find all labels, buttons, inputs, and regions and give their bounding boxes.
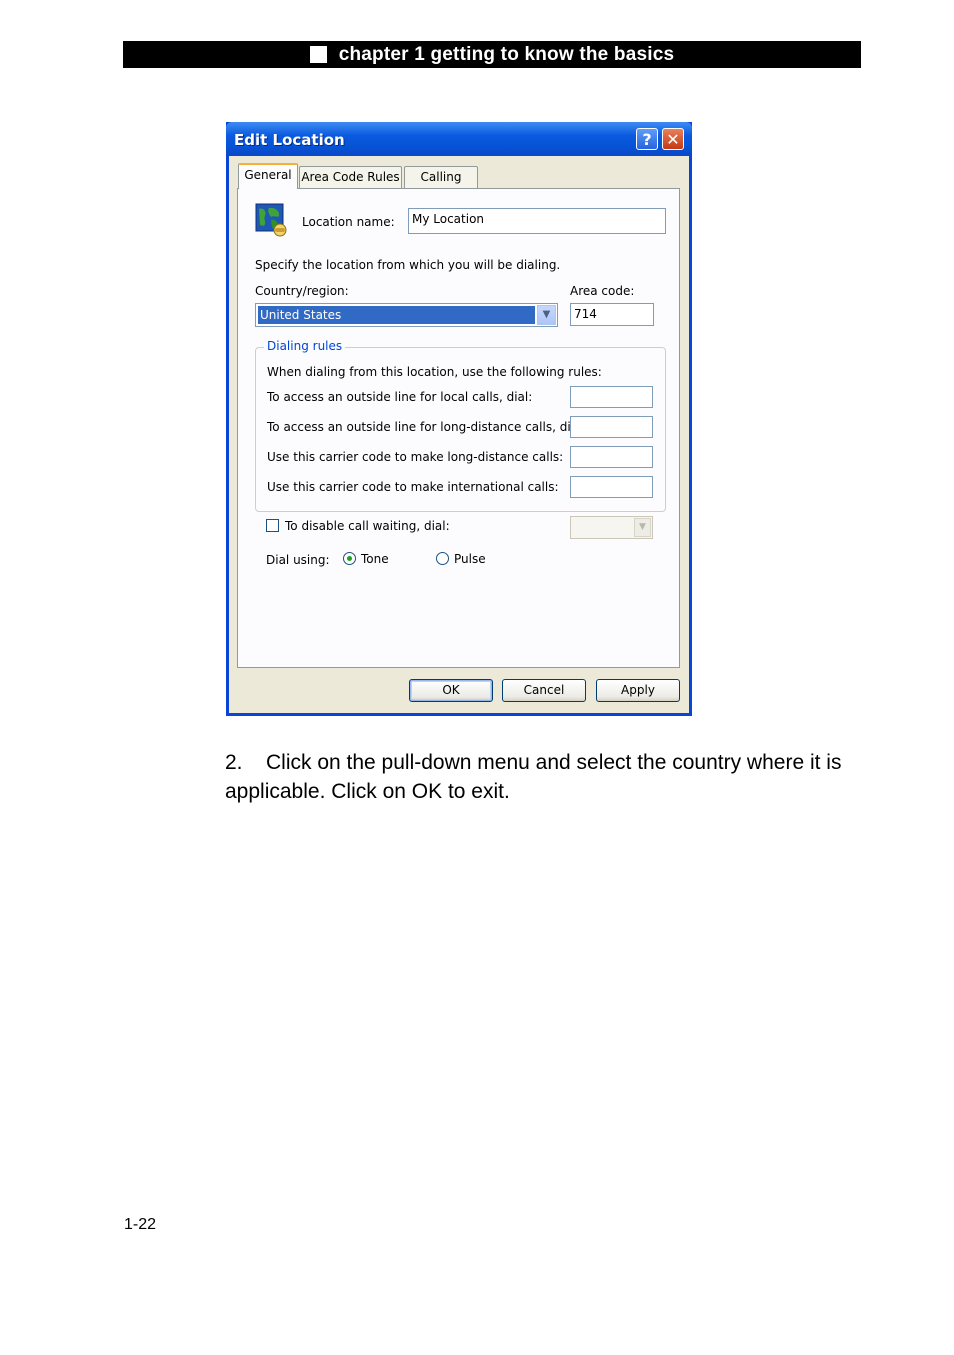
chevron-down-icon[interactable]: ▼ bbox=[537, 305, 556, 325]
location-name-label: Location name: bbox=[302, 215, 395, 229]
location-icon bbox=[255, 203, 287, 237]
country-region-label: Country/region: bbox=[255, 284, 349, 298]
square-bullet-icon bbox=[309, 46, 327, 63]
long-distance-rule-label: To access an outside line for long-dista… bbox=[267, 420, 586, 434]
tab-general[interactable]: General bbox=[238, 163, 298, 189]
pulse-label: Pulse bbox=[454, 552, 486, 566]
carrier-long-distance-input[interactable] bbox=[570, 446, 653, 468]
call-waiting-label: To disable call waiting, dial: bbox=[285, 519, 450, 533]
carrier-international-input[interactable] bbox=[570, 476, 653, 498]
tab-area-code-rules[interactable]: Area Code Rules bbox=[299, 166, 402, 188]
tab-calling-card[interactable]: Calling Card bbox=[404, 166, 478, 204]
apply-button[interactable]: Apply bbox=[596, 679, 680, 702]
area-code-label: Area code: bbox=[570, 284, 635, 298]
dialing-rules-group: Dialing rules When dialing from this loc… bbox=[255, 339, 666, 512]
dialing-rules-title: Dialing rules bbox=[264, 339, 346, 353]
specify-location-text: Specify the location from which you will… bbox=[255, 258, 561, 272]
chevron-down-icon: ▼ bbox=[634, 518, 651, 537]
ok-button[interactable]: OK bbox=[409, 679, 493, 702]
dialog-titlebar[interactable]: Edit Location ? ✕ bbox=[226, 122, 692, 156]
area-code-input[interactable]: 714 bbox=[570, 303, 654, 326]
carrier-international-label: Use this carrier code to make internatio… bbox=[267, 480, 559, 494]
pulse-radio[interactable] bbox=[436, 552, 449, 565]
tone-radio[interactable] bbox=[343, 552, 356, 565]
edit-location-dialog: Edit Location ? ✕ General Area Code Rule… bbox=[226, 122, 692, 716]
step-text: Click on the pull-down menu and select t… bbox=[225, 751, 842, 803]
local-calls-input[interactable] bbox=[570, 386, 653, 408]
call-waiting-select[interactable]: ▼ bbox=[570, 516, 653, 539]
country-region-selected-value: United States bbox=[258, 306, 535, 324]
chapter-title: chapter 1 getting to know the basics bbox=[338, 43, 675, 65]
help-button[interactable]: ? bbox=[636, 128, 658, 150]
carrier-long-distance-label: Use this carrier code to make long-dista… bbox=[267, 450, 564, 464]
general-tab-panel: Location name: My Location Specify the l… bbox=[237, 188, 680, 668]
radio-selected-dot bbox=[347, 556, 352, 561]
page-number: 1-22 bbox=[124, 1216, 157, 1233]
cancel-button[interactable]: Cancel bbox=[502, 679, 586, 702]
country-region-select[interactable]: United States ▼ bbox=[255, 303, 558, 327]
chapter-header-bar: chapter 1 getting to know the basics bbox=[123, 41, 861, 68]
instruction-step: 2. Click on the pull-down menu and select… bbox=[225, 748, 865, 806]
local-calls-rule-label: To access an outside line for local call… bbox=[267, 390, 533, 404]
dialog-client-area: General Area Code Rules Calling Card Loc… bbox=[229, 156, 689, 713]
step-number: 2. bbox=[225, 751, 243, 774]
location-name-input[interactable]: My Location bbox=[408, 208, 666, 234]
close-button[interactable]: ✕ bbox=[662, 128, 684, 150]
dialing-rules-intro: When dialing from this location, use the… bbox=[267, 365, 602, 379]
call-waiting-checkbox[interactable] bbox=[266, 519, 279, 532]
dial-using-label: Dial using: bbox=[266, 553, 330, 567]
long-distance-input[interactable] bbox=[570, 416, 653, 438]
tone-label: Tone bbox=[361, 552, 389, 566]
dialog-title: Edit Location bbox=[234, 131, 345, 149]
